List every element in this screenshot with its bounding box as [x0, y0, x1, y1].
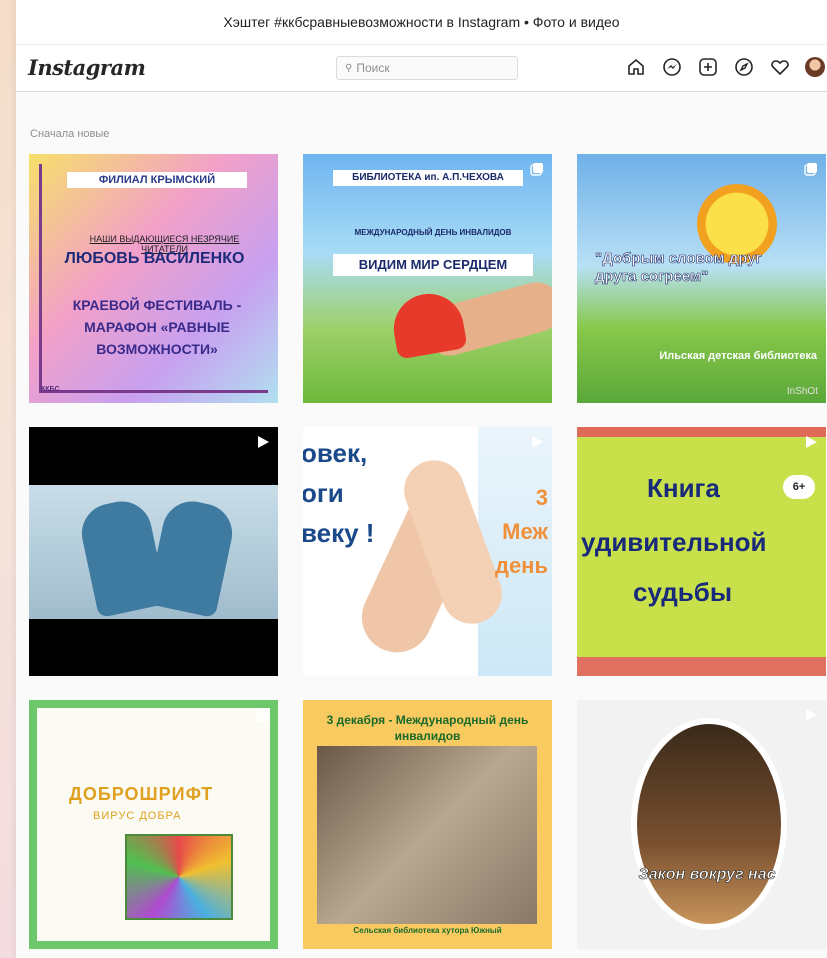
post-line: судьбы	[633, 577, 733, 607]
video-icon	[258, 436, 269, 448]
post-line: Ильская детская библиотека	[659, 350, 817, 362]
post-thumbnail[interactable]: ФИЛИАЛ КРЫМСКИЙ НАШИ ВЫДАЮЩИЕСЯ НЕЗРЯЧИЕ…	[29, 154, 278, 403]
post-thumbnail[interactable]: "Добрым словом друг друга согреем" Ильск…	[577, 154, 826, 403]
post-line: удивительной	[581, 527, 767, 557]
instagram-top-nav: Instagram ⚲ Поиск	[16, 45, 827, 92]
post-line: КРАЕВОЙ ФЕСТИВАЛЬ - МАРАФОН «РАВНЫЕ ВОЗМ…	[72, 297, 242, 357]
post-line: Сельская библиотека хутора Южный	[353, 926, 502, 935]
activity-heart-icon[interactable]	[769, 56, 791, 78]
carousel-icon	[804, 163, 817, 176]
explore-icon[interactable]	[733, 56, 755, 78]
video-icon	[806, 709, 817, 721]
nav-icons	[625, 56, 825, 78]
video-icon	[806, 436, 817, 448]
window-titlebar: Хэштег #ккбсравныевозможности в Instagra…	[16, 0, 827, 45]
post-line: ВИДИМ МИР СЕРДЦЕМ	[333, 254, 533, 276]
post-line: 3 декабря - Международный день инвалидов	[326, 713, 529, 743]
post-thumbnail[interactable]: Закон вокруг нас	[577, 700, 826, 949]
search-input[interactable]: ⚲ Поиск	[336, 56, 518, 80]
instagram-logo[interactable]: Instagram	[28, 55, 146, 80]
painting-image	[125, 834, 233, 920]
post-thumbnail[interactable]	[29, 427, 278, 676]
post-line: овек, оги веку !	[303, 438, 375, 548]
gavel-image	[631, 718, 787, 930]
post-thumbnail[interactable]: овек, оги веку ! 3 Меж день	[303, 427, 552, 676]
post-line: Книга	[647, 473, 720, 503]
post-header: БИБЛИОТЕКА ип. А.П.ЧЕХОВА	[333, 170, 523, 186]
window-title: Хэштег #ккбсравныевозможности в Instagra…	[223, 14, 620, 30]
post-line: Закон вокруг нас	[638, 866, 776, 884]
new-post-icon[interactable]	[697, 56, 719, 78]
carousel-icon	[256, 709, 269, 722]
kkbs-logo: ККБС	[41, 386, 60, 393]
bottom-band	[577, 657, 826, 676]
post-line: ДОБРОШРИФТ	[69, 784, 214, 804]
post-header: ФИЛИАЛ КРЫМСКИЙ	[67, 172, 247, 188]
video-icon	[532, 436, 543, 448]
heart-image	[388, 288, 468, 360]
post-thumbnail[interactable]: ДОБРОШРИФТ ВИРУС ДОБРА	[29, 700, 278, 949]
carousel-icon	[530, 163, 543, 176]
top-band	[577, 427, 826, 437]
home-icon[interactable]	[625, 56, 647, 78]
profile-avatar[interactable]	[805, 57, 825, 77]
watermark: InShOt	[786, 386, 818, 397]
post-thumbnail[interactable]: Книга удивительной судьбы 6+	[577, 427, 826, 676]
sort-label[interactable]: Сначала новые	[30, 128, 109, 140]
post-grid: ФИЛИАЛ КРЫМСКИЙ НАШИ ВЫДАЮЩИЕСЯ НЕЗРЯЧИЕ…	[29, 154, 826, 949]
post-line: ЛЮБОВЬ ВАСИЛЕНКО	[64, 250, 245, 267]
post-thumbnail[interactable]: 3 декабря - Международный день инвалидов…	[303, 700, 552, 949]
post-line: ВИРУС ДОБРА	[93, 810, 182, 822]
search-icon: ⚲	[345, 62, 353, 74]
post-thumbnail[interactable]: БИБЛИОТЕКА ип. А.П.ЧЕХОВА МЕЖДУНАРОДНЫЙ …	[303, 154, 552, 403]
post-line: МЕЖДУНАРОДНЫЙ ДЕНЬ ИНВАЛИДОВ	[354, 228, 512, 237]
browser-window: Хэштег #ккбсравныевозможности в Instagra…	[16, 0, 827, 958]
age-rating-badge: 6+	[783, 475, 815, 499]
post-line: 3 Меж день	[494, 485, 548, 578]
books-photo	[317, 746, 537, 924]
messenger-icon[interactable]	[661, 56, 683, 78]
post-line: "Добрым словом друг друга согреем"	[595, 250, 762, 286]
search-placeholder: Поиск	[356, 61, 390, 75]
